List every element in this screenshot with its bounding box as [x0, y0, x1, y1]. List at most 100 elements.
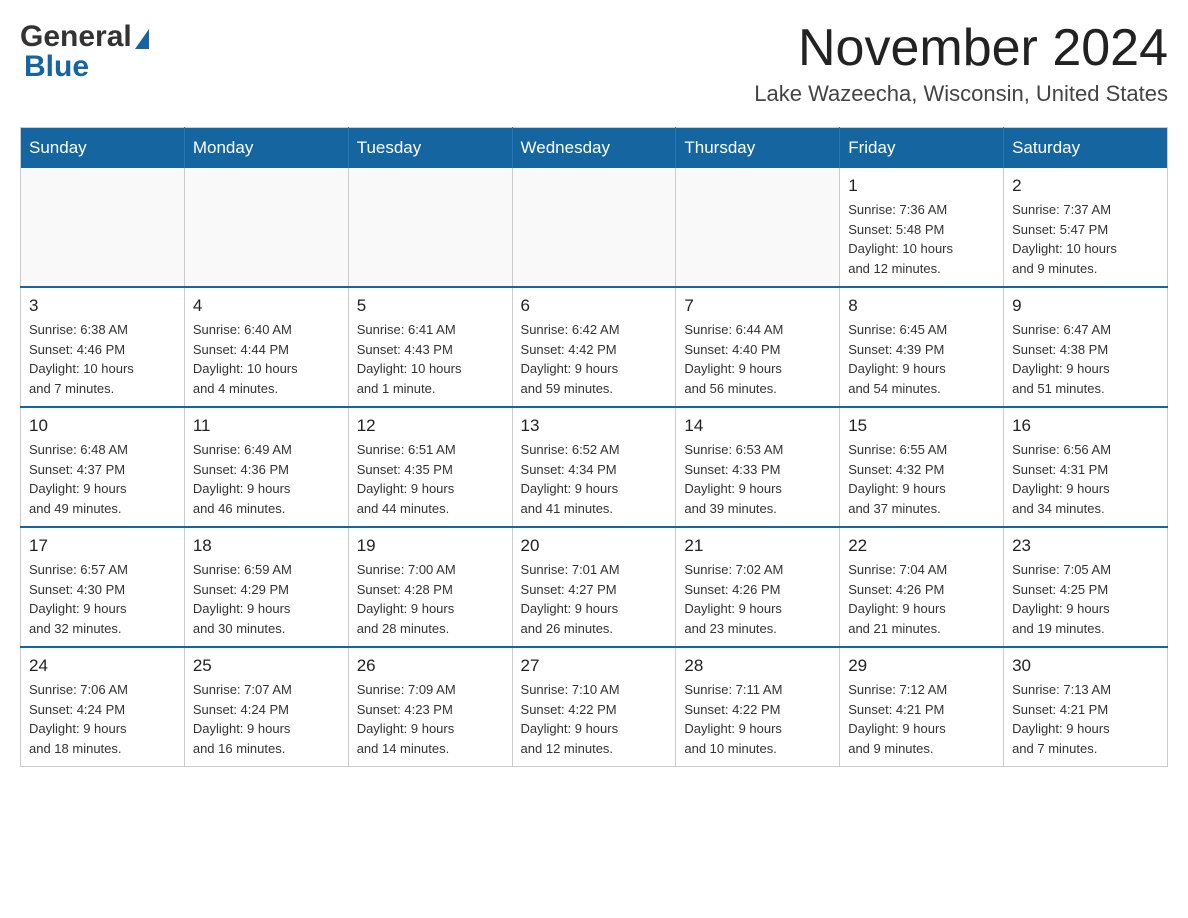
- day-number: 5: [357, 296, 504, 316]
- day-number: 23: [1012, 536, 1159, 556]
- day-info: Sunrise: 6:49 AM Sunset: 4:36 PM Dayligh…: [193, 440, 340, 518]
- calendar-cell: 27 Sunrise: 7:10 AM Sunset: 4:22 PM Dayli…: [512, 647, 676, 767]
- logo: General Blue: [20, 20, 149, 84]
- day-number: 13: [521, 416, 668, 436]
- calendar-cell: [676, 168, 840, 287]
- day-info: Sunrise: 6:53 AM Sunset: 4:33 PM Dayligh…: [684, 440, 831, 518]
- day-number: 25: [193, 656, 340, 676]
- calendar-cell: 16Sunrise: 6:56 AM Sunset: 4:31 PM Dayli…: [1004, 407, 1168, 527]
- day-info: Sunrise: 7:09 AM Sunset: 4:23 PM Dayligh…: [357, 680, 504, 758]
- calendar-cell: 21 Sunrise: 7:02 AM Sunset: 4:26 PM Dayli…: [676, 527, 840, 647]
- day-number: 29: [848, 656, 995, 676]
- calendar-week-row: 17 Sunrise: 6:57 AM Sunset: 4:30 PM Dayli…: [21, 527, 1168, 647]
- calendar-cell: 17 Sunrise: 6:57 AM Sunset: 4:30 PM Dayli…: [21, 527, 185, 647]
- day-number: 14: [684, 416, 831, 436]
- day-info: Sunrise: 7:11 AM Sunset: 4:22 PM Dayligh…: [684, 680, 831, 758]
- calendar-cell: 24 Sunrise: 7:06 AM Sunset: 4:24 PM Dayli…: [21, 647, 185, 767]
- calendar-cell: 9Sunrise: 6:47 AM Sunset: 4:38 PM Daylig…: [1004, 287, 1168, 407]
- calendar-cell: 13 Sunrise: 6:52 AM Sunset: 4:34 PM Dayli…: [512, 407, 676, 527]
- weekday-header-saturday: Saturday: [1004, 128, 1168, 169]
- day-number: 28: [684, 656, 831, 676]
- calendar-cell: 28 Sunrise: 7:11 AM Sunset: 4:22 PM Dayli…: [676, 647, 840, 767]
- day-number: 6: [521, 296, 668, 316]
- calendar-week-row: 24 Sunrise: 7:06 AM Sunset: 4:24 PM Dayli…: [21, 647, 1168, 767]
- day-info: Sunrise: 7:01 AM Sunset: 4:27 PM Dayligh…: [521, 560, 668, 638]
- day-info: Sunrise: 7:02 AM Sunset: 4:26 PM Dayligh…: [684, 560, 831, 638]
- day-info: Sunrise: 7:10 AM Sunset: 4:22 PM Dayligh…: [521, 680, 668, 758]
- calendar-cell: 5 Sunrise: 6:41 AM Sunset: 4:43 PM Daylig…: [348, 287, 512, 407]
- day-info: Sunrise: 7:04 AM Sunset: 4:26 PM Dayligh…: [848, 560, 995, 638]
- calendar-cell: 14 Sunrise: 6:53 AM Sunset: 4:33 PM Dayli…: [676, 407, 840, 527]
- day-info: Sunrise: 6:44 AM Sunset: 4:40 PM Dayligh…: [684, 320, 831, 398]
- calendar-cell: [21, 168, 185, 287]
- day-info: Sunrise: 7:06 AM Sunset: 4:24 PM Dayligh…: [29, 680, 176, 758]
- day-info: Sunrise: 7:05 AM Sunset: 4:25 PM Dayligh…: [1012, 560, 1159, 638]
- calendar-cell: 19 Sunrise: 7:00 AM Sunset: 4:28 PM Dayli…: [348, 527, 512, 647]
- calendar-week-row: 3 Sunrise: 6:38 AM Sunset: 4:46 PM Daylig…: [21, 287, 1168, 407]
- day-info: Sunrise: 6:47 AM Sunset: 4:38 PM Dayligh…: [1012, 320, 1159, 398]
- day-number: 3: [29, 296, 176, 316]
- month-title: November 2024: [754, 20, 1168, 77]
- day-info: Sunrise: 6:38 AM Sunset: 4:46 PM Dayligh…: [29, 320, 176, 398]
- day-info: Sunrise: 6:41 AM Sunset: 4:43 PM Dayligh…: [357, 320, 504, 398]
- day-number: 15: [848, 416, 995, 436]
- calendar-cell: 1 Sunrise: 7:36 AM Sunset: 5:48 PM Daylig…: [840, 168, 1004, 287]
- day-number: 11: [193, 416, 340, 436]
- day-info: Sunrise: 6:51 AM Sunset: 4:35 PM Dayligh…: [357, 440, 504, 518]
- calendar-cell: 29 Sunrise: 7:12 AM Sunset: 4:21 PM Dayli…: [840, 647, 1004, 767]
- day-info: Sunrise: 7:00 AM Sunset: 4:28 PM Dayligh…: [357, 560, 504, 638]
- calendar-cell: 25 Sunrise: 7:07 AM Sunset: 4:24 PM Dayli…: [184, 647, 348, 767]
- day-info: Sunrise: 6:57 AM Sunset: 4:30 PM Dayligh…: [29, 560, 176, 638]
- weekday-header-monday: Monday: [184, 128, 348, 169]
- day-number: 18: [193, 536, 340, 556]
- day-info: Sunrise: 6:42 AM Sunset: 4:42 PM Dayligh…: [521, 320, 668, 398]
- calendar-cell: 26 Sunrise: 7:09 AM Sunset: 4:23 PM Dayli…: [348, 647, 512, 767]
- calendar-cell: 18 Sunrise: 6:59 AM Sunset: 4:29 PM Dayli…: [184, 527, 348, 647]
- calendar-cell: 10Sunrise: 6:48 AM Sunset: 4:37 PM Dayli…: [21, 407, 185, 527]
- day-info: Sunrise: 7:36 AM Sunset: 5:48 PM Dayligh…: [848, 200, 995, 278]
- logo-general-text: General: [20, 20, 132, 54]
- day-number: 22: [848, 536, 995, 556]
- day-info: Sunrise: 6:52 AM Sunset: 4:34 PM Dayligh…: [521, 440, 668, 518]
- title-area: November 2024 Lake Wazeecha, Wisconsin, …: [754, 20, 1168, 107]
- calendar-cell: [348, 168, 512, 287]
- calendar-cell: 6 Sunrise: 6:42 AM Sunset: 4:42 PM Daylig…: [512, 287, 676, 407]
- calendar-cell: 15 Sunrise: 6:55 AM Sunset: 4:32 PM Dayli…: [840, 407, 1004, 527]
- day-number: 8: [848, 296, 995, 316]
- calendar-cell: 22 Sunrise: 7:04 AM Sunset: 4:26 PM Dayli…: [840, 527, 1004, 647]
- calendar-cell: 2 Sunrise: 7:37 AM Sunset: 5:47 PM Daylig…: [1004, 168, 1168, 287]
- day-number: 17: [29, 536, 176, 556]
- day-number: 2: [1012, 176, 1159, 196]
- day-info: Sunrise: 6:55 AM Sunset: 4:32 PM Dayligh…: [848, 440, 995, 518]
- day-number: 1: [848, 176, 995, 196]
- weekday-header-tuesday: Tuesday: [348, 128, 512, 169]
- calendar-cell: 3 Sunrise: 6:38 AM Sunset: 4:46 PM Daylig…: [21, 287, 185, 407]
- day-info: Sunrise: 6:40 AM Sunset: 4:44 PM Dayligh…: [193, 320, 340, 398]
- day-number: 24: [29, 656, 176, 676]
- calendar-cell: [512, 168, 676, 287]
- calendar-header-row: SundayMondayTuesdayWednesdayThursdayFrid…: [21, 128, 1168, 169]
- calendar-cell: 4 Sunrise: 6:40 AM Sunset: 4:44 PM Daylig…: [184, 287, 348, 407]
- day-info: Sunrise: 6:59 AM Sunset: 4:29 PM Dayligh…: [193, 560, 340, 638]
- day-info: Sunrise: 7:37 AM Sunset: 5:47 PM Dayligh…: [1012, 200, 1159, 278]
- day-number: 26: [357, 656, 504, 676]
- day-number: 21: [684, 536, 831, 556]
- day-info: Sunrise: 6:45 AM Sunset: 4:39 PM Dayligh…: [848, 320, 995, 398]
- day-info: Sunrise: 6:48 AM Sunset: 4:37 PM Dayligh…: [29, 440, 176, 518]
- logo-arrow-icon: [135, 29, 149, 49]
- calendar-cell: 12 Sunrise: 6:51 AM Sunset: 4:35 PM Dayli…: [348, 407, 512, 527]
- calendar-week-row: 10Sunrise: 6:48 AM Sunset: 4:37 PM Dayli…: [21, 407, 1168, 527]
- day-number: 19: [357, 536, 504, 556]
- day-info: Sunrise: 7:13 AM Sunset: 4:21 PM Dayligh…: [1012, 680, 1159, 758]
- weekday-header-sunday: Sunday: [21, 128, 185, 169]
- day-number: 20: [521, 536, 668, 556]
- day-info: Sunrise: 7:07 AM Sunset: 4:24 PM Dayligh…: [193, 680, 340, 758]
- page-header: General Blue November 2024 Lake Wazeecha…: [20, 20, 1168, 107]
- calendar-cell: 30Sunrise: 7:13 AM Sunset: 4:21 PM Dayli…: [1004, 647, 1168, 767]
- calendar-cell: 8 Sunrise: 6:45 AM Sunset: 4:39 PM Daylig…: [840, 287, 1004, 407]
- day-info: Sunrise: 7:12 AM Sunset: 4:21 PM Dayligh…: [848, 680, 995, 758]
- day-number: 12: [357, 416, 504, 436]
- day-number: 4: [193, 296, 340, 316]
- day-number: 27: [521, 656, 668, 676]
- logo-blue-text: Blue: [24, 50, 89, 84]
